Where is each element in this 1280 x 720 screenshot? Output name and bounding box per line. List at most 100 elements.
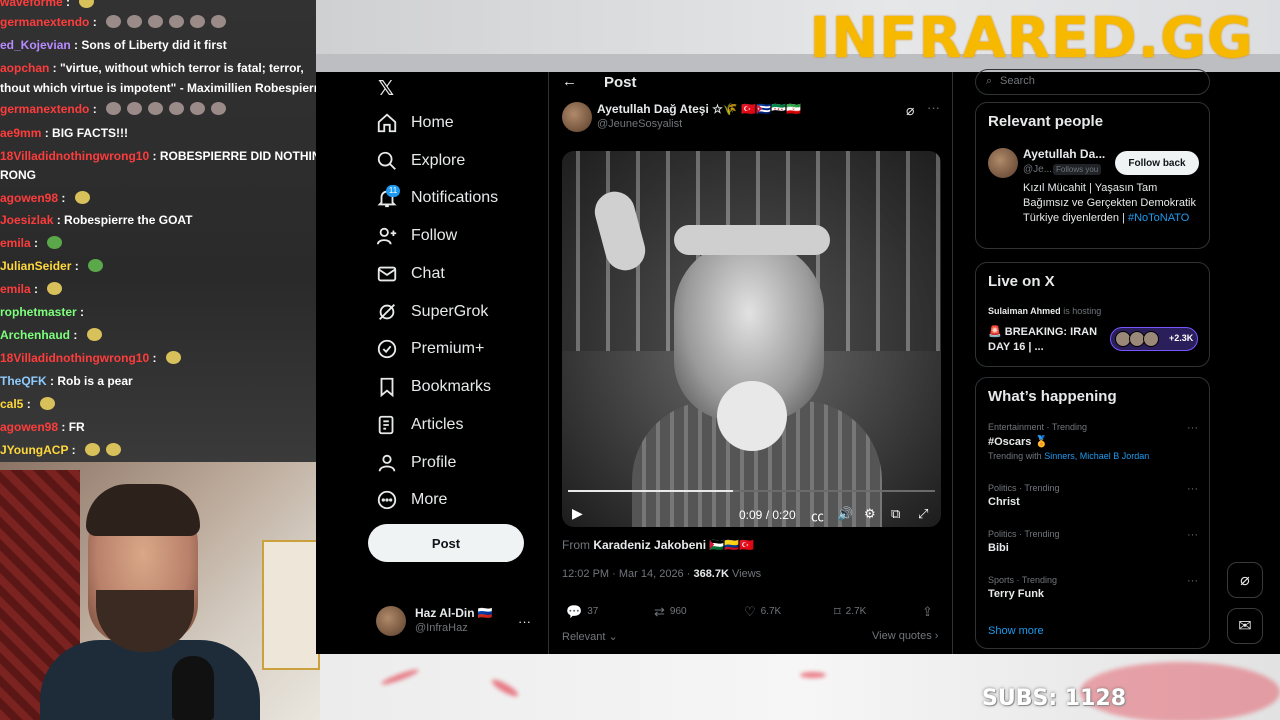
- more-icon[interactable]: ···: [927, 100, 940, 115]
- more-icon[interactable]: ···: [1187, 529, 1198, 541]
- follow-back-button[interactable]: Follow back: [1115, 151, 1199, 175]
- video-frame-cravat: [717, 381, 787, 451]
- x-logo-icon[interactable]: 𝕏: [378, 76, 394, 100]
- chat-text: Rob is a pear: [57, 374, 133, 388]
- chat-username[interactable]: 18Villadidnothingwrong10: [0, 351, 149, 365]
- nav-articles[interactable]: Articles: [376, 411, 463, 439]
- search-input[interactable]: ⌕ Search: [975, 69, 1210, 95]
- nav-supergrok[interactable]: SuperGrok: [376, 298, 488, 326]
- nav-label: Notifications: [411, 189, 499, 206]
- nav-chat[interactable]: Chat: [376, 260, 445, 288]
- more-icon[interactable]: ···: [1187, 575, 1198, 587]
- more-icon[interactable]: ···: [1187, 483, 1198, 495]
- search-placeholder: Search: [1000, 75, 1035, 87]
- chat-username[interactable]: waveforme: [0, 0, 63, 9]
- show-more-link[interactable]: Show more: [988, 625, 1044, 637]
- chat-username[interactable]: Joesizlak: [0, 213, 53, 227]
- account-switcher[interactable]: Haz Al-Din 🇷🇺 @InfraHaz ···: [376, 604, 536, 648]
- reply-sort-dropdown[interactable]: Relevant ⌄: [562, 630, 618, 643]
- trend-name: Bibi: [988, 542, 1009, 554]
- repost-button[interactable]: ⇄ 960: [654, 604, 687, 620]
- author-avatar[interactable]: [562, 102, 592, 132]
- chat-emote-icon: [190, 15, 206, 28]
- volume-icon[interactable]: 🔊: [837, 506, 853, 522]
- chat-username[interactable]: TheQFK: [0, 374, 47, 388]
- chat-username[interactable]: agowen98: [0, 191, 58, 205]
- bookmark-count: 2.7K: [845, 606, 867, 617]
- like-button[interactable]: ♡ 6.7K: [744, 604, 781, 620]
- more-icon[interactable]: ···: [1187, 422, 1198, 434]
- hashtag-link[interactable]: #NoToNATO: [1128, 212, 1189, 224]
- search-icon: [377, 151, 396, 170]
- chat-emote-icon: [190, 102, 206, 115]
- grok-icon[interactable]: ⌀: [906, 102, 914, 119]
- chat-username[interactable]: emila: [0, 236, 31, 250]
- chat-emote-icon: [127, 102, 143, 115]
- author-name[interactable]: Ayetullah Dağ Ateşi ☆🌾 🇹🇷🇨🇺🇸🇾🇮🇷: [597, 102, 801, 116]
- chat-emote-icon: [47, 282, 63, 295]
- back-arrow-icon[interactable]: ←: [562, 73, 577, 90]
- fullscreen-icon[interactable]: ⤢: [918, 506, 928, 522]
- sort-label: Relevant: [562, 631, 606, 643]
- share-button[interactable]: ⇪: [922, 604, 938, 620]
- microphone: [172, 656, 214, 720]
- chat-username[interactable]: ed_Kojevian: [0, 38, 71, 52]
- chat-username[interactable]: germanextendo: [0, 102, 89, 116]
- view-quotes-link[interactable]: View quotes ›: [872, 630, 938, 642]
- nav-home[interactable]: Home: [376, 109, 454, 137]
- trend-item[interactable]: Entertainment · Trending #Oscars 🏅 Trend…: [988, 422, 1198, 461]
- chat-username[interactable]: ae9mm: [0, 126, 41, 140]
- chat-username[interactable]: JulianSeider: [0, 259, 71, 273]
- video-player[interactable]: ▶ 0:09 / 0:20 ㏄ 🔊 ⚙ ⧉ ⤢: [562, 151, 941, 527]
- chat-username[interactable]: JYoungACP: [0, 443, 68, 457]
- bookmark-button[interactable]: ⌑ 2.7K: [834, 604, 866, 620]
- trend-item[interactable]: Politics · Trending Bibi ···: [988, 529, 1198, 554]
- nav-premium[interactable]: Premium+: [376, 335, 484, 363]
- more-icon[interactable]: ···: [518, 614, 531, 629]
- post-button[interactable]: Post: [368, 524, 524, 562]
- chat-emote-icon: [148, 15, 164, 28]
- grok-icon[interactable]: ⌀: [1227, 562, 1263, 598]
- pip-icon[interactable]: ⧉: [891, 506, 900, 522]
- chat-username[interactable]: emila: [0, 282, 31, 296]
- chat-username[interactable]: rophetmaster: [0, 305, 77, 319]
- chat-username[interactable]: agowen98: [0, 420, 58, 434]
- chat-username[interactable]: 18Villadidnothingwrong10: [0, 149, 149, 163]
- from-attribution[interactable]: From Karadeniz Jakobeni 🇵🇸🇨🇴🇹🇷: [562, 538, 754, 552]
- brand-logo: INFRARED.GG: [809, 6, 1254, 71]
- trend-with-links[interactable]: Sinners, Michael B Jordan: [1044, 451, 1149, 461]
- from-name[interactable]: Karadeniz Jakobeni 🇵🇸🇨🇴🇹🇷: [593, 538, 754, 552]
- bookmark-icon: ⌑: [834, 604, 841, 619]
- nav-follow[interactable]: Follow: [376, 222, 457, 250]
- video-progress-bar[interactable]: [568, 490, 935, 492]
- chat-text: "virtue, without which terror is fatal; …: [60, 61, 304, 75]
- settings-icon[interactable]: ⚙: [864, 506, 876, 522]
- messages-icon[interactable]: ✉: [1227, 608, 1263, 644]
- trend-item[interactable]: Politics · Trending Christ ···: [988, 483, 1198, 508]
- author-handle[interactable]: @JeuneSosyalist: [597, 118, 682, 130]
- live-listeners[interactable]: +2.3K: [1110, 327, 1198, 351]
- chat-username[interactable]: aopchan: [0, 61, 49, 75]
- nav-profile[interactable]: Profile: [376, 449, 456, 477]
- trend-meta: Politics · Trending: [988, 483, 1060, 493]
- chat-username[interactable]: Archenhaud: [0, 328, 70, 342]
- views-label: Views: [732, 568, 762, 580]
- play-icon[interactable]: ▶: [572, 505, 583, 522]
- nav-bookmarks[interactable]: Bookmarks: [376, 373, 491, 401]
- captions-icon[interactable]: ㏄: [811, 506, 824, 525]
- chat-username[interactable]: cal5: [0, 397, 23, 411]
- avatar[interactable]: [988, 148, 1018, 178]
- nav-more[interactable]: More: [376, 486, 447, 514]
- chevron-down-icon: ⌄: [608, 631, 618, 643]
- card-title: What’s happening: [988, 388, 1117, 405]
- card-title: Relevant people: [988, 113, 1104, 130]
- trend-item[interactable]: Sports · Trending Terry Funk ···: [988, 575, 1198, 600]
- bookmark-icon: [380, 377, 394, 398]
- reply-button[interactable]: 💬 37: [566, 604, 598, 620]
- account-name: Haz Al-Din 🇷🇺: [415, 606, 493, 620]
- chat-username[interactable]: germanextendo: [0, 15, 89, 29]
- person-name[interactable]: Ayetullah Da...: [1023, 147, 1105, 161]
- chat-separator: :: [30, 282, 42, 296]
- nav-explore[interactable]: Explore: [376, 147, 465, 175]
- live-stream-title[interactable]: 🚨 BREAKING: IRAN DAY 16 | ...: [988, 325, 1098, 355]
